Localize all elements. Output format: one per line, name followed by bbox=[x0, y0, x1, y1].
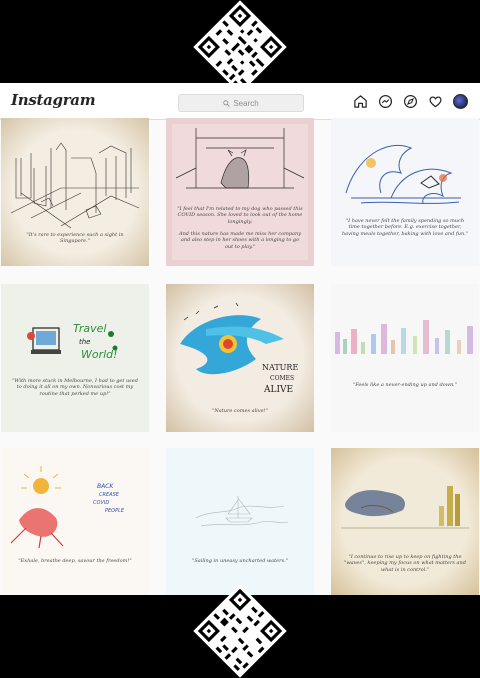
post-caption: "Feels like a never-ending up and down." bbox=[352, 382, 458, 388]
post-4-artwork: Travel the World! bbox=[1, 284, 149, 432]
post-caption: "I feel that I'm related to my dog who p… bbox=[177, 206, 303, 250]
post-tile[interactable]: "Feels like a never-ending up and down." bbox=[331, 284, 479, 432]
post-caption: "Nature comes alive!" bbox=[212, 408, 268, 414]
post-caption: "With more stuck in Melbourne, I had to … bbox=[12, 378, 138, 397]
art-text-travel: Travel bbox=[73, 322, 106, 335]
heart-icon[interactable] bbox=[428, 94, 443, 109]
art-text-the: the bbox=[79, 338, 91, 346]
post-9-artwork bbox=[331, 448, 479, 595]
qr-code-bottom bbox=[193, 584, 287, 678]
search-input[interactable]: Search bbox=[178, 94, 304, 112]
qr-code-icon bbox=[193, 584, 287, 678]
instagram-logo[interactable]: Instagram bbox=[11, 91, 96, 109]
post-tile[interactable]: NATURE COMES ALIVE "Nature comes alive!" bbox=[166, 284, 314, 432]
post-tile[interactable]: "I have never felt the family spending s… bbox=[331, 118, 479, 266]
search-placeholder: Search bbox=[233, 98, 259, 108]
post-3-artwork bbox=[331, 118, 479, 266]
art-text-world: World! bbox=[81, 348, 118, 361]
profile-avatar[interactable] bbox=[453, 94, 468, 109]
art-text-nature: NATURE bbox=[262, 363, 298, 372]
post-tile[interactable]: "I continue to rise up to keep on fighti… bbox=[331, 448, 479, 595]
search-icon bbox=[223, 99, 230, 107]
post-caption: "Sailing in uneasy uncharted waters." bbox=[192, 558, 288, 564]
art-text-back: BACK bbox=[97, 483, 114, 490]
post-8-artwork bbox=[166, 448, 314, 595]
nav-icons bbox=[353, 94, 468, 109]
qr-code-top bbox=[193, 0, 287, 94]
instagram-window: Instagram Search "It's rare to experienc… bbox=[0, 83, 480, 595]
art-text-alive: ALIVE bbox=[263, 385, 293, 395]
post-7-artwork: BACK CREASE COVID PEOPLE bbox=[1, 448, 149, 595]
post-caption: "It's rare to experience such a sight in… bbox=[26, 232, 124, 245]
post-tile[interactable]: "I feel that I'm related to my dog who p… bbox=[166, 118, 314, 266]
home-icon[interactable] bbox=[353, 94, 368, 109]
top-navbar: Instagram Search bbox=[0, 83, 480, 120]
art-text-covid: COVID bbox=[93, 500, 109, 506]
qr-code-icon bbox=[193, 0, 287, 94]
post-tile[interactable]: "Sailing in uneasy uncharted waters." bbox=[166, 448, 314, 595]
art-text-crease: CREASE bbox=[99, 492, 120, 498]
post-caption: "I continue to rise up to keep on fighti… bbox=[344, 554, 466, 573]
art-text-people: PEOPLE bbox=[105, 508, 125, 514]
post-caption: "Exhale, breathe deep, savour the freedo… bbox=[18, 558, 132, 564]
post-6-artwork bbox=[331, 284, 479, 432]
post-tile[interactable]: BACK CREASE COVID PEOPLE "Exhale, breath… bbox=[1, 448, 149, 595]
explore-icon[interactable] bbox=[403, 94, 418, 109]
post-tile[interactable]: "It's rare to experience such a sight in… bbox=[1, 118, 149, 266]
post-tile[interactable]: Travel the World! "With more stuck in Me… bbox=[1, 284, 149, 432]
art-text-comes: COMES bbox=[270, 375, 294, 382]
post-caption: "I have never felt the family spending s… bbox=[341, 218, 469, 237]
messenger-icon[interactable] bbox=[378, 94, 393, 109]
